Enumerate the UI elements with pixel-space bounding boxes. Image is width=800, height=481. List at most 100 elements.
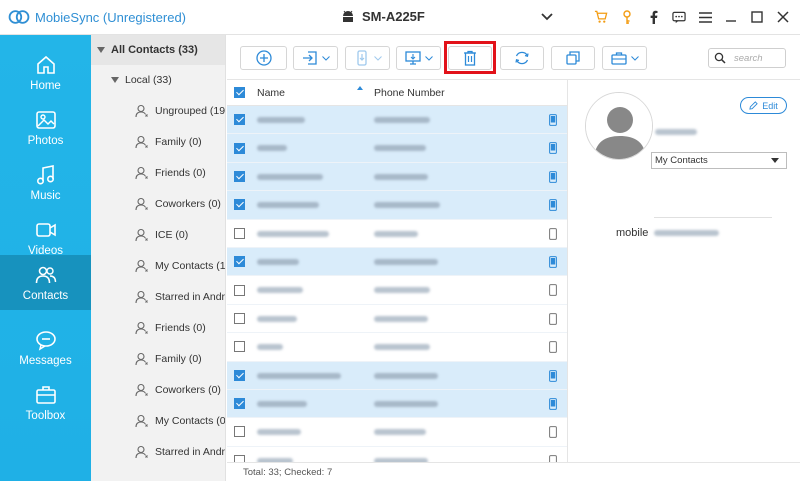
menu-icon[interactable]: [698, 8, 712, 26]
table-row[interactable]: [227, 247, 567, 277]
key-icon[interactable]: [620, 8, 634, 26]
chevron-down-icon[interactable]: [541, 12, 553, 21]
group-select-value: My Contacts: [655, 155, 708, 166]
app-logo-icon: [8, 10, 30, 24]
nav-toolbox[interactable]: Toolbox: [0, 375, 91, 430]
row-checkbox[interactable]: [234, 284, 245, 296]
phone-number-redacted: [374, 400, 438, 407]
toolbox-button[interactable]: [602, 46, 647, 70]
tree-group-item[interactable]: Coworkers (0): [91, 374, 225, 405]
column-phone[interactable]: Phone Number: [374, 87, 445, 99]
edit-button[interactable]: Edit: [740, 97, 787, 114]
table-row[interactable]: [227, 162, 567, 192]
dropdown-arrow-icon: [771, 158, 779, 163]
export-to-pc-button[interactable]: [396, 46, 441, 70]
device-name: SM-A225F: [362, 9, 425, 24]
add-contact-button[interactable]: [240, 46, 287, 70]
row-checkbox[interactable]: [234, 114, 245, 126]
contact-list: Name Phone Number: [227, 80, 568, 462]
select-all-checkbox[interactable]: [234, 87, 245, 98]
search-input[interactable]: search: [708, 48, 786, 68]
tree-group-item[interactable]: Coworkers (0): [91, 188, 225, 219]
tree-group-label: My Contacts (0): [155, 414, 226, 427]
expand-icon[interactable]: [111, 77, 119, 83]
device-selector[interactable]: SM-A225F: [340, 9, 553, 24]
tree-group-item[interactable]: ICE (0): [91, 219, 225, 250]
row-checkbox[interactable]: [234, 369, 245, 381]
tree-local[interactable]: Local (33): [91, 65, 225, 95]
nav-messages[interactable]: Messages: [0, 320, 91, 375]
row-checkbox[interactable]: [234, 454, 245, 462]
row-checkbox[interactable]: [234, 142, 245, 154]
person-icon: [135, 352, 148, 365]
row-checkbox[interactable]: [234, 170, 245, 182]
tree-group-item[interactable]: Friends (0): [91, 157, 225, 188]
tree-group-label: ICE (0): [155, 228, 189, 241]
nav-music[interactable]: Music: [0, 155, 91, 210]
contact-name-redacted: [257, 117, 305, 123]
row-checkbox[interactable]: [234, 341, 245, 353]
facebook-icon[interactable]: [646, 8, 660, 26]
tree-group-item[interactable]: Starred in Android: [91, 436, 225, 467]
row-checkbox[interactable]: [234, 398, 245, 410]
cart-icon[interactable]: [594, 8, 608, 26]
contact-name-redacted: [257, 202, 319, 209]
nav-home[interactable]: Home: [0, 45, 91, 100]
table-row[interactable]: [227, 305, 567, 334]
app-title: MobieSync (Unregistered): [35, 10, 187, 25]
table-row[interactable]: [227, 389, 567, 419]
row-checkbox[interactable]: [234, 227, 245, 239]
close-icon[interactable]: [776, 8, 790, 26]
edit-label: Edit: [762, 100, 778, 111]
table-row[interactable]: [227, 191, 567, 220]
tree-group-item[interactable]: My Contacts (0): [91, 405, 225, 436]
table-row[interactable]: [227, 361, 567, 390]
row-checkbox[interactable]: [234, 312, 245, 324]
row-checkbox[interactable]: [234, 256, 245, 268]
tree-group-label: Coworkers (0): [155, 383, 221, 396]
duplicate-button[interactable]: [551, 46, 595, 70]
tree-group-item[interactable]: Family (0): [91, 126, 225, 157]
table-row[interactable]: [227, 134, 567, 163]
briefcase-icon: [610, 52, 627, 65]
person-icon: [135, 414, 148, 427]
tree-group-item[interactable]: Starred in Android: [91, 281, 225, 312]
export-to-device-button[interactable]: [345, 46, 390, 70]
expand-icon[interactable]: [97, 47, 105, 53]
messages-icon: [35, 330, 56, 351]
table-row[interactable]: [227, 333, 567, 362]
nav-photos[interactable]: Photos: [0, 100, 91, 155]
tree-group-item[interactable]: Friends (0): [91, 312, 225, 343]
table-row[interactable]: [227, 220, 567, 248]
phone-number-redacted: [374, 230, 418, 237]
table-row[interactable]: [227, 106, 567, 135]
row-checkbox[interactable]: [234, 199, 245, 211]
row-checkbox[interactable]: [234, 426, 245, 438]
tree-group-item[interactable]: Ungrouped (19): [91, 95, 225, 126]
chevron-down-icon: [373, 55, 382, 61]
search-icon: [714, 52, 726, 64]
table-row[interactable]: [227, 447, 567, 462]
column-name[interactable]: Name: [257, 87, 285, 99]
refresh-button[interactable]: [500, 46, 544, 70]
import-button[interactable]: [293, 46, 338, 70]
chevron-down-icon: [630, 55, 639, 61]
tree-group-item[interactable]: My Contacts (14): [91, 250, 225, 281]
table-row[interactable]: [227, 418, 567, 447]
pencil-icon: [749, 101, 758, 110]
phone-icon: [549, 227, 557, 240]
table-row[interactable]: [227, 276, 567, 305]
minimize-icon[interactable]: [724, 8, 738, 26]
phone-icon: [549, 341, 557, 354]
tree-group-label: Family (0): [155, 135, 202, 148]
tree-group-item[interactable]: Family (0): [91, 343, 225, 374]
window-controls: [594, 8, 790, 26]
nav-contacts[interactable]: Contacts: [0, 255, 91, 310]
chevron-down-icon: [424, 55, 433, 61]
status-bar: Total: 33; Checked: 7: [227, 462, 800, 481]
person-icon: [135, 321, 148, 334]
group-select[interactable]: My Contacts: [651, 152, 787, 169]
maximize-icon[interactable]: [750, 8, 764, 26]
tree-all-contacts[interactable]: All Contacts (33): [91, 35, 225, 65]
feedback-icon[interactable]: [672, 8, 686, 26]
